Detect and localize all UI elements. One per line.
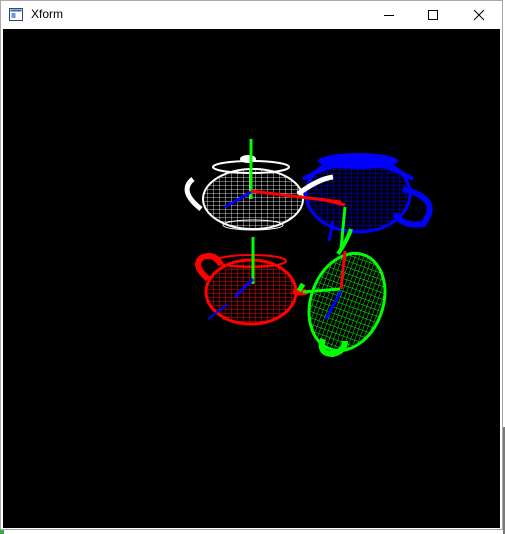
teapot-scene (184, 139, 433, 358)
minimize-button[interactable] (366, 1, 412, 29)
maximize-icon (428, 10, 438, 20)
close-icon (473, 9, 485, 21)
minimize-icon (384, 15, 394, 16)
teapot-green (296, 228, 387, 358)
taskbar-corner (0, 530, 4, 534)
app-icon (9, 8, 23, 21)
app-window: Xform (0, 0, 503, 530)
teapot-blue (301, 153, 433, 234)
title-bar[interactable]: Xform (1, 1, 502, 29)
close-button[interactable] (456, 1, 502, 29)
maximize-button[interactable] (410, 1, 456, 29)
opengl-viewport[interactable] (3, 29, 500, 528)
window-title: Xform (31, 7, 64, 21)
